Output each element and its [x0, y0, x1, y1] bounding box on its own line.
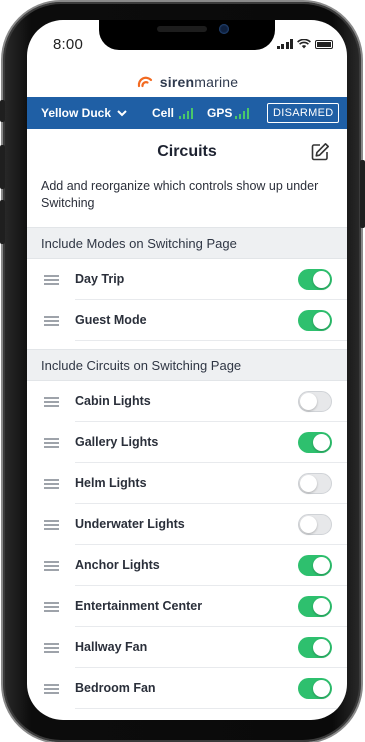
item-label: Hallway Fan	[75, 640, 148, 654]
toggle-switch[interactable]	[298, 269, 332, 290]
drag-handle-icon[interactable]	[44, 438, 59, 448]
list-item: Entertainment Center	[27, 586, 347, 627]
row-divider	[75, 708, 347, 709]
mute-switch	[0, 100, 5, 122]
list-item: Gallery Lights	[27, 422, 347, 463]
page-description: Add and reorganize which controls show u…	[41, 179, 319, 210]
notch	[99, 20, 275, 50]
item-label: Day Trip	[75, 272, 125, 286]
gps-label: GPS	[207, 106, 233, 120]
wifi-icon	[297, 39, 311, 49]
title-row: Circuits	[27, 136, 347, 166]
power-button	[360, 160, 365, 228]
siren-logo-icon	[137, 76, 152, 88]
cellular-signal-icon	[276, 39, 293, 49]
item-label: Gallery Lights	[75, 435, 159, 449]
list-item: Day Trip	[27, 259, 347, 300]
toggle-knob	[313, 557, 330, 574]
toggle-switch[interactable]	[298, 432, 332, 453]
battery-icon	[315, 40, 333, 49]
armed-status-button[interactable]: DISARMED	[267, 103, 340, 123]
brand-logo: sirenmarine	[27, 68, 347, 96]
list-item: Cabin Lights	[27, 381, 347, 422]
item-label: Helm Lights	[75, 476, 147, 490]
item-label: Guest Mode	[75, 313, 147, 327]
drag-handle-icon[interactable]	[44, 275, 59, 285]
list-item: Bedroom Fan	[27, 668, 347, 709]
item-label: Anchor Lights	[75, 558, 160, 572]
item-label: Entertainment Center	[75, 599, 203, 613]
list-item: Hallway Fan	[27, 627, 347, 668]
speaker	[157, 26, 207, 32]
toggle-knob	[313, 680, 330, 697]
row-divider	[75, 340, 347, 341]
vessel-name: Yellow Duck	[41, 106, 112, 120]
cell-signal-icon	[179, 107, 193, 119]
edit-icon[interactable]	[310, 142, 330, 162]
front-camera	[219, 24, 229, 34]
toggle-switch[interactable]	[298, 678, 332, 699]
drag-handle-icon[interactable]	[44, 602, 59, 612]
cell-label: Cell	[152, 106, 175, 120]
toggle-knob	[300, 516, 317, 533]
toggle-knob	[313, 639, 330, 656]
toggle-switch[interactable]	[298, 596, 332, 617]
toggle-switch[interactable]	[298, 637, 332, 658]
toggle-switch[interactable]	[298, 555, 332, 576]
drag-handle-icon[interactable]	[44, 479, 59, 489]
list-item: Guest Mode	[27, 300, 347, 341]
toggle-knob	[313, 271, 330, 288]
chevron-down-icon	[117, 109, 127, 116]
toggle-switch[interactable]	[298, 473, 332, 494]
brand-wordmark: sirenmarine	[159, 74, 239, 90]
modes-section-header: Include Modes on Switching Page	[27, 227, 347, 259]
toggle-switch[interactable]	[298, 514, 332, 535]
drag-handle-icon[interactable]	[44, 561, 59, 571]
drag-handle-icon[interactable]	[44, 520, 59, 530]
status-time: 8:00	[53, 36, 83, 53]
vessel-selector[interactable]: Yellow Duck	[41, 106, 127, 120]
list-item: Underwater Lights	[27, 504, 347, 545]
item-label: Cabin Lights	[75, 394, 151, 408]
toggle-knob	[313, 434, 330, 451]
drag-handle-icon[interactable]	[44, 643, 59, 653]
status-icons	[276, 39, 333, 49]
toggle-knob	[300, 393, 317, 410]
vessel-bar: Yellow Duck Cell GPS DISARMED	[27, 97, 347, 129]
toggle-switch[interactable]	[298, 310, 332, 331]
volume-down-button	[0, 200, 5, 244]
list-item: Anchor Lights	[27, 545, 347, 586]
drag-handle-icon[interactable]	[44, 316, 59, 326]
circuits-section-header: Include Circuits on Switching Page	[27, 349, 347, 381]
list-item: Helm Lights	[27, 463, 347, 504]
drag-handle-icon[interactable]	[44, 397, 59, 407]
app-screen: 8:00 sirenmarine Yellow Duck Cell GPS DI…	[27, 20, 347, 720]
item-label: Underwater Lights	[75, 517, 185, 531]
toggle-knob	[313, 312, 330, 329]
toggle-switch[interactable]	[298, 391, 332, 412]
gps-signal-icon	[235, 107, 249, 119]
toggle-knob	[313, 598, 330, 615]
toggle-knob	[300, 475, 317, 492]
volume-up-button	[0, 145, 5, 189]
item-label: Bedroom Fan	[75, 681, 156, 695]
page-title: Circuits	[157, 143, 217, 160]
drag-handle-icon[interactable]	[44, 684, 59, 694]
